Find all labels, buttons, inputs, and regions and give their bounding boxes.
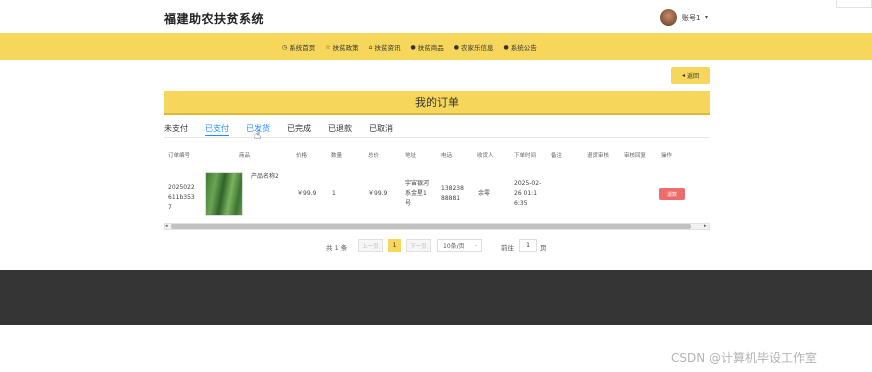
back-arrow-icon: ◂ <box>681 72 685 79</box>
scroll-right-icon[interactable]: ▸ <box>704 223 707 229</box>
col-header-order-no: 订单编号 <box>168 153 191 159</box>
user-avatar[interactable] <box>660 9 677 26</box>
tabs-divider <box>164 137 710 138</box>
cell-quantity: 1 <box>332 190 336 197</box>
cell-total: ￥99.9 <box>368 190 388 197</box>
nav-item-home[interactable]: ◷ 系统首页 <box>282 42 316 53</box>
page-size-value: 10条/页 <box>443 243 465 250</box>
nav-item-label: 扶贫资讯 <box>374 44 401 52</box>
col-header-quantity: 数量 <box>331 153 343 159</box>
col-header-review-reply: 审核回复 <box>624 153 647 159</box>
col-header-remark: 备注 <box>551 153 563 159</box>
lock-icon: ⌂ <box>368 43 373 51</box>
cell-product-name: 产品名称2 <box>251 173 279 180</box>
dot-icon: ● <box>503 43 509 51</box>
col-header-receiver: 收货人 <box>477 153 494 159</box>
col-header-order-time: 下单时间 <box>514 153 537 159</box>
page-size-select[interactable]: 10条/页 ⌄ <box>437 239 482 252</box>
cell-receiver: 余零 <box>478 190 491 197</box>
order-status-tabs: 未支付 已支付 已发货 已完成 已退款 已取消 <box>164 123 410 136</box>
page-footer <box>0 270 872 325</box>
nav-item-farmstay[interactable]: ● 农家乐信息 <box>453 42 494 53</box>
prev-page-button[interactable]: 上一页 <box>358 239 383 252</box>
nav-item-label: 扶贫商品 <box>417 44 444 52</box>
dot-icon: ● <box>410 43 416 51</box>
cell-order-time: 2025-02-26 01:16:35 <box>514 180 542 207</box>
tab-refunded[interactable]: 已退款 <box>328 123 352 136</box>
goto-label: 前往 <box>501 244 514 252</box>
col-header-action: 操作 <box>661 153 673 159</box>
cell-phone: 13823888881 <box>441 185 464 202</box>
back-button-label: 返回 <box>687 73 700 80</box>
col-header-product: 商品 <box>239 153 251 159</box>
main-navbar: ◷ 系统首页 ☆ 扶贫政策 ⌂ 扶贫资讯 ● 扶贫商品 ● 农家乐信息 ● 系统… <box>0 33 872 60</box>
order-title-bar: 我的订单 <box>164 91 710 115</box>
pagination-total: 共 1 条 <box>326 244 348 252</box>
col-header-total: 总价 <box>368 153 380 159</box>
back-button[interactable]: ◂ 返回 <box>671 67 710 84</box>
tab-paid[interactable]: 已支付 <box>205 123 229 136</box>
goto-page-input[interactable]: 1 <box>519 239 537 252</box>
nav-item-label: 扶贫政策 <box>332 44 359 52</box>
product-image <box>205 172 243 216</box>
account-name[interactable]: 账号1 <box>682 13 700 23</box>
hand-cursor-icon: ☝ <box>254 128 262 142</box>
col-header-price: 价格 <box>296 153 308 159</box>
nav-item-policy[interactable]: ☆ 扶贫政策 <box>325 42 359 53</box>
page-number-current[interactable]: 1 <box>388 239 401 252</box>
cell-order-no: 2025022611b3537 <box>168 184 195 211</box>
tab-cancelled[interactable]: 已取消 <box>369 123 393 136</box>
nav-item-notice[interactable]: ● 系统公告 <box>503 42 537 53</box>
nav-item-label: 农家乐信息 <box>460 44 494 52</box>
watermark: CSDN @计算机毕设工作室 <box>671 351 818 365</box>
tab-completed[interactable]: 已完成 <box>287 123 311 136</box>
nav-item-label: 系统首页 <box>289 44 316 52</box>
nav-list: ◷ 系统首页 ☆ 扶贫政策 ⌂ 扶贫资讯 ● 扶贫商品 ● 农家乐信息 ● 系统… <box>282 42 537 53</box>
refund-button[interactable]: 退款 <box>659 188 685 200</box>
col-header-phone: 电话 <box>441 153 453 159</box>
cell-address: 宇宙银河系金星1号 <box>405 180 430 207</box>
site-title: 福建助农扶贫系统 <box>164 12 265 26</box>
dot-icon: ● <box>453 43 459 51</box>
nav-item-label: 系统公告 <box>510 44 537 52</box>
page-title: 我的订单 <box>415 96 459 109</box>
scroll-left-icon[interactable]: ◂ <box>165 223 168 229</box>
tab-unpaid[interactable]: 未支付 <box>164 123 188 136</box>
next-page-button[interactable]: 下一页 <box>406 239 431 252</box>
cell-price: ￥99.9 <box>297 190 317 197</box>
chevron-down-icon[interactable]: ▾ <box>705 14 708 21</box>
chevron-down-icon: ⌄ <box>473 242 478 248</box>
page-unit-label: 页 <box>540 244 547 252</box>
nav-item-products[interactable]: ● 扶贫商品 <box>410 42 444 53</box>
col-header-refund-review: 退货审核 <box>587 153 610 159</box>
star-icon: ☆ <box>325 43 331 51</box>
nav-item-news[interactable]: ⌂ 扶贫资讯 <box>368 42 401 53</box>
scrollbar-thumb[interactable] <box>171 224 691 229</box>
clock-icon: ◷ <box>282 43 288 51</box>
col-header-address: 地址 <box>405 153 417 159</box>
corner-widget <box>836 0 872 8</box>
